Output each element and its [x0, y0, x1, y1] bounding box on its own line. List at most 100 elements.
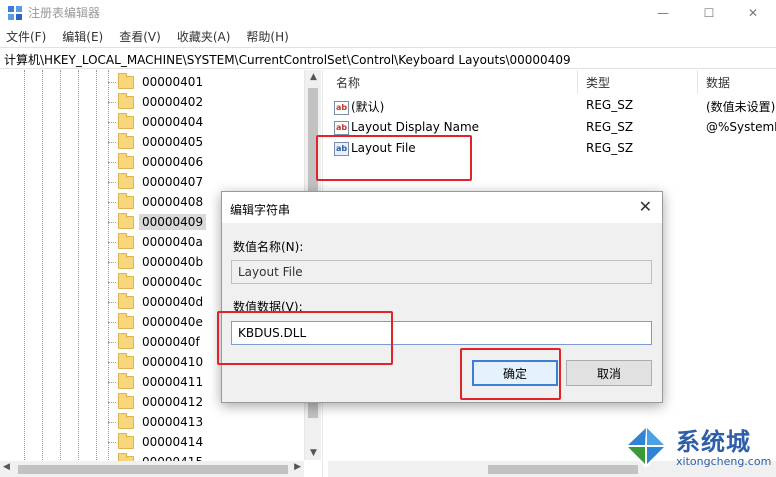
dialog-close-icon[interactable]: ✕ [639, 197, 652, 216]
folder-icon [118, 352, 134, 369]
value-type: REG_SZ [586, 141, 634, 155]
scroll-thumb[interactable] [18, 465, 288, 474]
tree-item[interactable]: 00000402 [108, 92, 206, 112]
folder-icon [118, 412, 134, 429]
minimize-button[interactable]: — [640, 0, 686, 25]
tree-item[interactable]: 00000413 [108, 412, 206, 432]
close-button[interactable]: ✕ [730, 0, 776, 25]
value-type: REG_SZ [586, 98, 634, 112]
scroll-right-icon[interactable]: ▶ [294, 462, 301, 472]
highlight-box-ok-button [460, 348, 561, 400]
tree-item[interactable]: 0000040e [108, 312, 206, 332]
tree-guide-line [60, 70, 61, 460]
tree-item[interactable]: 0000040b [108, 252, 206, 272]
value-name: (默认) [351, 100, 385, 114]
tree-item-label: 00000406 [142, 155, 204, 169]
folder-icon [118, 132, 134, 149]
tree-item[interactable]: 00000414 [108, 432, 206, 452]
folder-icon [118, 192, 134, 209]
folder-icon [118, 252, 134, 269]
windows-logo-icon [624, 424, 668, 468]
tree-item[interactable]: 00000411 [108, 372, 206, 392]
tree-item[interactable]: 0000040d [108, 292, 206, 312]
tree-item-selected[interactable]: 00000409 [108, 212, 207, 232]
menu-favorites[interactable]: 收藏夹(A) [177, 28, 231, 45]
column-header-type[interactable]: 类型 [578, 70, 698, 94]
value-name-field: Layout File [231, 260, 652, 284]
tree-item[interactable]: 00000401 [108, 72, 206, 92]
tree-item-label: 00000409 [139, 214, 207, 230]
menu-bar: 文件(F) 编辑(E) 查看(V) 收藏夹(A) 帮助(H) [0, 25, 776, 47]
tree-item[interactable]: 0000040f [108, 332, 203, 352]
tree-item-label: 0000040e [142, 315, 203, 329]
column-header-name[interactable]: 名称 [328, 70, 578, 94]
tree-item[interactable]: 00000404 [108, 112, 206, 132]
maximize-icon: ☐ [703, 5, 715, 20]
tree-item[interactable]: 00000406 [108, 152, 206, 172]
folder-icon [118, 72, 134, 89]
folder-icon [118, 112, 134, 129]
tree-guide-line [78, 70, 79, 460]
value-data: (数值未设置) [706, 100, 776, 114]
folder-icon [118, 372, 134, 389]
tree-item[interactable]: 0000040c [108, 272, 205, 292]
tree-guide-line [24, 70, 25, 460]
folder-icon [118, 172, 134, 189]
tree-item-label: 00000407 [142, 175, 204, 189]
tree-item-label: 00000411 [142, 375, 204, 389]
folder-icon [118, 392, 134, 409]
value-type: REG_SZ [586, 120, 634, 134]
tree-horizontal-scrollbar[interactable]: ◀ ▶ [0, 461, 304, 477]
minimize-icon: — [657, 5, 669, 20]
value-row[interactable]: ab (默认) REG_SZ (数值未设置) [328, 95, 776, 116]
scroll-up-icon[interactable]: ▲ [305, 72, 322, 82]
value-name: Layout Display Name [351, 120, 480, 134]
tree-item-label: 00000405 [142, 135, 204, 149]
folder-icon [118, 432, 134, 449]
folder-icon [118, 92, 134, 109]
watermark-url: xitongcheng.com [676, 455, 772, 468]
tree-guide-line [96, 70, 97, 460]
tree-item-label: 00000413 [142, 415, 204, 429]
tree-item-label: 0000040a [142, 235, 203, 249]
tree-item-label: 00000402 [142, 95, 204, 109]
close-icon: ✕ [747, 5, 759, 20]
maximize-button[interactable]: ☐ [686, 0, 732, 25]
column-header-data[interactable]: 数据 [698, 70, 776, 94]
watermark-title: 系统城 [676, 428, 751, 456]
scroll-down-icon[interactable]: ▼ [305, 448, 322, 458]
menu-help[interactable]: 帮助(H) [246, 28, 288, 45]
tree-item-label: 00000401 [142, 75, 204, 89]
highlight-box-value-data [217, 311, 393, 365]
tree-item-label: 00000410 [142, 355, 204, 369]
value-data: @%SystemR [706, 120, 776, 134]
tree-guide-line [42, 70, 43, 460]
highlight-box-layout-file [316, 135, 472, 181]
scroll-thumb[interactable] [488, 465, 638, 474]
tree-item[interactable]: 00000407 [108, 172, 206, 192]
menu-view[interactable]: 查看(V) [119, 28, 161, 45]
tree-item[interactable]: 00000408 [108, 192, 206, 212]
tree-item-label: 0000040c [142, 275, 203, 289]
cancel-button[interactable]: 取消 [566, 360, 652, 386]
menu-edit[interactable]: 编辑(E) [62, 28, 103, 45]
folder-icon [118, 272, 134, 289]
scroll-left-icon[interactable]: ◀ [3, 462, 10, 472]
menu-file[interactable]: 文件(F) [6, 28, 46, 45]
tree-item[interactable]: 00000412 [108, 392, 206, 412]
tree-item-label: 00000404 [142, 115, 204, 129]
tree-item-label: 00000412 [142, 395, 204, 409]
tree-item-label: 00000408 [142, 195, 204, 209]
string-value-icon: ab [334, 100, 349, 115]
tree-item[interactable]: 00000405 [108, 132, 206, 152]
address-bar[interactable]: 计算机\HKEY_LOCAL_MACHINE\SYSTEM\CurrentCon… [0, 47, 776, 69]
folder-icon [118, 212, 134, 229]
folder-icon [118, 232, 134, 249]
edit-string-dialog: 编辑字符串 ✕ 数值名称(N): Layout File 数值数据(V): KB… [221, 191, 663, 403]
tree-item-label: 0000040b [142, 255, 204, 269]
site-watermark: 系统城 xitongcheng.com [622, 420, 774, 476]
folder-icon [118, 292, 134, 309]
tree-item[interactable]: 00000410 [108, 352, 206, 372]
tree-item[interactable]: 0000040a [108, 232, 206, 252]
title-bar: 注册表编辑器 — ☐ ✕ [0, 0, 776, 25]
